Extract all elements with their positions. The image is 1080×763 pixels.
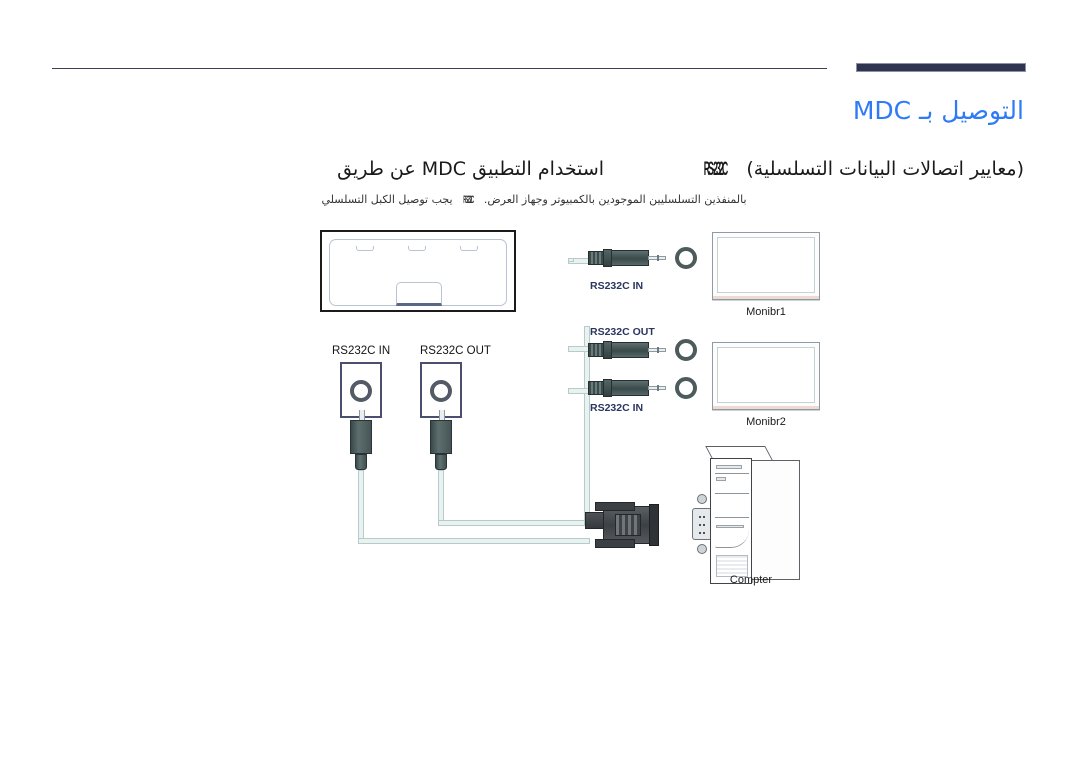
dsub-bottom-edge — [595, 539, 635, 548]
plug-body — [611, 342, 649, 358]
panel-port-out-label: RS232C OUT — [420, 345, 491, 357]
header-rule — [52, 68, 827, 69]
dsub-end-cap — [649, 504, 659, 546]
jack-ring-icon — [350, 380, 372, 402]
plug-body — [611, 250, 649, 266]
cable-segment — [568, 258, 574, 262]
tower-front-panel — [710, 458, 752, 584]
plug-neck — [435, 454, 447, 470]
monitor2-out-jack-icon — [675, 339, 697, 361]
tower-front-curve — [715, 521, 749, 548]
subtitle-standard-token: RS-232C — [703, 159, 728, 180]
monitor2-in-plug — [588, 378, 666, 398]
monitor1-in-plug — [588, 248, 666, 268]
dsub-top-edge — [595, 502, 635, 511]
tower-bay-divider — [715, 493, 749, 494]
section-subtitle: (معايير اتصالات البيانات التسلسلية) RS-2… — [44, 158, 1024, 181]
tower-side-panel — [744, 460, 800, 580]
cable-segment — [438, 520, 588, 526]
plug-strain-relief — [588, 343, 604, 357]
panel-plug-out — [430, 420, 452, 470]
monitor2-out-plug — [588, 340, 666, 360]
panel-plug-in — [350, 420, 372, 470]
monitor-stand — [713, 296, 819, 299]
panel-rs232c-out-port — [420, 362, 462, 432]
tower-bay-divider — [715, 473, 749, 474]
plug-body — [611, 380, 649, 396]
display-panel-inner — [329, 239, 507, 306]
monitor1-in-label: RS232C IN — [590, 280, 644, 292]
panel-notch — [408, 246, 426, 251]
monitor1-jack-icon — [675, 247, 697, 269]
monitor2-out-label: RS232C OUT — [590, 326, 655, 338]
panel-notch — [356, 246, 374, 251]
note-part-before: يجب توصيل الكبل التسلسلي — [321, 193, 453, 206]
plug-strain-relief — [588, 251, 604, 265]
monitor-screen — [717, 347, 815, 403]
plug-body — [350, 420, 372, 454]
section-note: بالمنفذين التسلسليين الموجودين بالكمبيوت… — [44, 193, 1024, 206]
monitor-2-label: Monibr2 — [746, 416, 786, 428]
plug-strain-relief — [588, 381, 604, 395]
plug-neck — [355, 454, 367, 470]
plug-body — [430, 420, 452, 454]
panel-port-in-label: RS232C IN — [332, 345, 391, 357]
cable-segment — [358, 470, 364, 542]
panel-notch — [460, 246, 478, 251]
header-accent-bar — [856, 63, 1026, 72]
display-panel-stand — [396, 282, 442, 306]
monitor-screen — [717, 237, 815, 293]
page-title: التوصيل بـ MDC — [852, 96, 1024, 125]
subtitle-part-after: (معايير اتصالات البيانات التسلسلية) — [746, 158, 1024, 180]
monitor-1 — [712, 232, 820, 300]
plug-tip-ring — [657, 347, 659, 353]
note-part-after: بالمنفذين التسلسليين الموجودين بالكمبيوت… — [483, 193, 747, 206]
computer-tower — [700, 444, 804, 594]
tower-optical-drive — [716, 465, 742, 469]
monitor2-in-jack-icon — [675, 377, 697, 399]
cable-segment — [438, 470, 444, 526]
monitor-2 — [712, 342, 820, 410]
monitor-1-label: Monibr1 — [746, 306, 786, 318]
connection-diagram: RS232C IN RS232C OUT RS232C IN RS232C OU… — [300, 222, 860, 612]
dsub-serial-connector — [585, 502, 671, 548]
subtitle-part-before: استخدام التطبيق MDC عن طريق — [337, 158, 605, 180]
tower-bay-divider — [715, 517, 749, 518]
plug-tip-ring — [657, 385, 659, 391]
computer-label: Compter — [729, 574, 773, 586]
tower-drive-slot — [716, 477, 726, 481]
manual-page: التوصيل بـ MDC (معايير اتصالات البيانات … — [0, 0, 1080, 763]
panel-rs232c-in-port — [340, 362, 382, 432]
monitor-stand — [713, 406, 819, 409]
cable-segment — [358, 538, 590, 544]
plug-tip-ring — [657, 255, 659, 261]
jack-ring-icon — [430, 380, 452, 402]
note-standard-token: RS-232C — [463, 194, 474, 206]
dsub-grip-ribs — [615, 514, 641, 536]
monitor2-in-label: RS232C IN — [590, 402, 644, 414]
display-rear-panel — [320, 230, 516, 312]
